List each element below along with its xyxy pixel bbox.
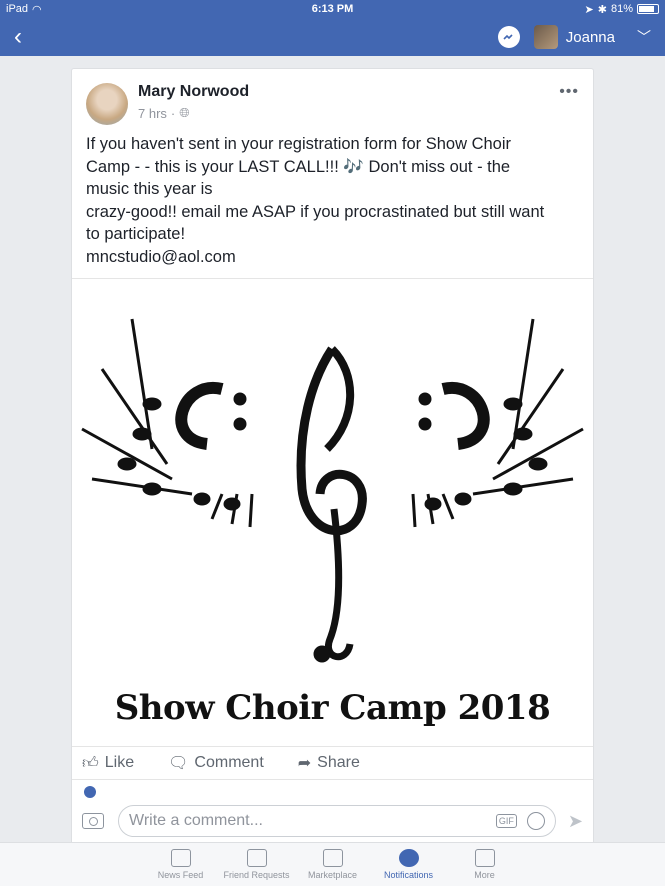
tab-more[interactable]: More	[447, 843, 523, 886]
clock: 6:13 PM	[311, 3, 354, 15]
user-name: Joanna	[565, 28, 615, 46]
messenger-icon[interactable]	[497, 26, 520, 48]
post-text: If you haven't sent in your registration…	[72, 125, 593, 278]
location-icon: ➤	[584, 3, 594, 16]
globe-icon	[398, 849, 419, 867]
tab-marketplace[interactable]: Marketplace	[295, 843, 371, 886]
back-button[interactable]: ‹	[14, 23, 22, 51]
nav-bar: ‹ Joanna ﹀	[0, 18, 665, 56]
globe-icon: 🌐︎	[179, 105, 190, 120]
reaction-summary[interactable]	[72, 780, 593, 798]
status-bar: iPad ◠ 6:13 PM ➤ ✱ 81%	[0, 0, 665, 18]
music-wings-illustration	[81, 318, 584, 663]
friend-requests-icon	[246, 849, 267, 867]
battery-percent: 81%	[610, 3, 633, 15]
post-time[interactable]: 7 hrs	[138, 106, 167, 121]
post-actions: 👍︎ Like 🗨︎ Comment ➦ Share	[72, 746, 593, 780]
comment-composer: Write a comment... GIF ➤	[71, 800, 594, 842]
wifi-icon: ◠	[32, 3, 42, 16]
author-name[interactable]: Mary Norwood	[138, 83, 249, 101]
menu-icon	[474, 849, 495, 867]
like-button[interactable]: 👍︎ Like	[82, 754, 134, 773]
post-image[interactable]: Show Choir Camp 2018	[72, 278, 593, 746]
share-button[interactable]: ➦ Share	[298, 753, 360, 773]
battery-icon	[637, 4, 659, 14]
camera-icon[interactable]	[82, 813, 104, 829]
email-link[interactable]: mncstudio@aol.com	[86, 246, 579, 269]
post-card: Mary Norwood 7 hrs · 🌐︎ ••• If you haven't…	[71, 68, 594, 808]
news-feed-icon	[170, 849, 191, 867]
emoji-icon[interactable]	[526, 812, 545, 830]
device-label: iPad	[6, 3, 29, 15]
chevron-down-icon[interactable]: ﹀	[637, 27, 651, 47]
like-reaction-icon	[84, 786, 96, 798]
share-arrow-icon: ➦	[297, 755, 312, 772]
speech-bubble-icon: 🗨︎	[168, 755, 189, 772]
gif-button[interactable]: GIF	[495, 814, 517, 828]
user-profile[interactable]: Joanna	[533, 25, 615, 49]
marketplace-icon	[322, 849, 343, 867]
comment-placeholder: Write a comment...	[129, 812, 263, 829]
tab-bar: News Feed Friend Requests Marketplace No…	[0, 842, 665, 886]
avatar	[533, 25, 558, 49]
tab-friend-requests[interactable]: Friend Requests	[219, 843, 295, 886]
more-options-icon[interactable]: •••	[559, 83, 579, 125]
comment-input[interactable]: Write a comment... GIF	[118, 805, 556, 837]
image-caption: Show Choir Camp 2018	[114, 688, 551, 728]
thumbs-up-icon: 👍︎	[82, 754, 99, 772]
comment-button[interactable]: 🗨︎ Comment	[168, 753, 264, 773]
send-icon[interactable]: ➤	[568, 811, 583, 832]
bluetooth-icon: ✱	[597, 3, 607, 16]
tab-notifications[interactable]: Notifications	[371, 843, 447, 886]
author-avatar[interactable]	[86, 83, 128, 125]
tab-news-feed[interactable]: News Feed	[143, 843, 219, 886]
